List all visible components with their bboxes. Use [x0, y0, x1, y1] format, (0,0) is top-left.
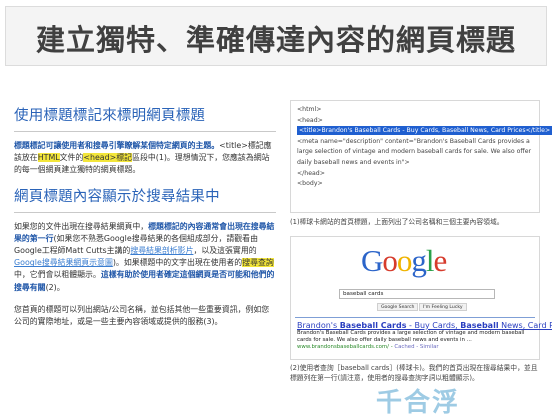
code-line-html: <html> [297, 106, 322, 113]
paragraph-title-tag: 標題標記可讓使用者和搜尋引擎瞭解某個特定網頁的主題。<title>標記應該放在H… [14, 140, 276, 177]
section-heading-title-tag: 使用標題標記來標明網頁標題 [14, 108, 206, 124]
result-snippet: Brandon's Baseball Cards provides a larg… [297, 330, 525, 343]
result-url: www.brandonsbaseballcards.com/ - Cached … [297, 343, 439, 350]
text: 文件的 [59, 153, 84, 163]
text-highlight-html: HTML [37, 153, 60, 163]
search-result: Brandon's Baseball Cards - Buy Cards, Ba… [297, 321, 552, 351]
code-line-head-close: </head> [297, 169, 325, 177]
link-serp-diagram[interactable]: Google搜尋結果網頁示意圖 [14, 258, 113, 267]
text-highlight-query: 搜尋查詢 [242, 258, 274, 268]
watermark-logo: 千合浮 [376, 388, 461, 414]
title-bar: 建立獨特、準確傳達內容的網頁標題 [5, 6, 547, 66]
google-logo: Google [361, 243, 447, 278]
feeling-lucky-button[interactable]: I'm Feeling Lucky [419, 303, 467, 311]
text: (2)。 [45, 282, 65, 292]
result-title-link[interactable]: Brandon's Baseball Cards - Buy Cards, Ba… [297, 321, 552, 330]
paragraph-homepage-title: 您首頁的標題可以列出網站/公司名稱，並包括其他一些重要資訊，例如您公司的實際地址… [14, 304, 270, 327]
link-anatomy-video[interactable]: 搜尋結果剖析影片 [130, 246, 193, 255]
slide-title: 建立獨特、準確傳達內容的網頁標題 [35, 23, 516, 57]
serp-example-caption: (2)使用者查詢［baseball cards］(棒球卡)。我們的首頁出現在搜尋… [290, 364, 538, 382]
code-line-head: <head> [297, 116, 323, 124]
code-example-box: <html> <head> <title>Brandon's Baseball … [290, 100, 552, 213]
text: )。如果標題中的文字出現在使用者的 [112, 258, 243, 268]
results-divider [295, 317, 535, 318]
code-example-caption: (1)棒球卡網站的首頁標題，上面列出了公司名稱和三個主要內容領域。 [290, 218, 504, 226]
paragraph-search-results: 如果您的文件出現在搜尋結果網頁中，標題標記的內容通常會出現在搜尋結果的第一行(如… [14, 221, 276, 294]
section-divider [14, 211, 276, 213]
section-heading-search-results: 網頁標題內容顯示於搜尋結果中 [14, 188, 220, 205]
text: 如果您的文件出現在搜尋結果網頁中， [14, 221, 149, 231]
code-line-meta: <meta name="description" content="Brando… [297, 137, 532, 166]
text: ，以及這張實用的 [193, 246, 257, 256]
text: 中，它們會以粗體顯示。 [14, 270, 101, 280]
cached-similar-links[interactable]: Cached - Similar [394, 344, 438, 350]
code-title-highlight: <title>Brandon's Baseball Cards - Buy Ca… [297, 126, 552, 136]
slide: 建立獨特、準確傳達內容的網頁標題 使用標題標記來標明網頁標題 標題標記可讓使用者… [0, 0, 552, 414]
section-divider [14, 131, 276, 132]
google-search-button[interactable]: Google Search [377, 303, 419, 311]
serp-example-box: Google baseball cards Google Search I'm … [290, 236, 552, 360]
text-highlight-head: <head>標記 [83, 153, 133, 163]
search-input[interactable]: baseball cards [339, 289, 495, 299]
left-column: 使用標題標記來標明網頁標題 標題標記可讓使用者和搜尋引擎瞭解某個特定網頁的主題。… [14, 104, 276, 328]
code-line-title: <title>Brandon's Baseball Cards - Buy Ca… [297, 126, 552, 137]
code-line-body: <body> [297, 180, 323, 188]
text-bold: 標題標記可讓使用者和搜尋引擎瞭解某個特定網頁的主題。 [14, 141, 220, 150]
